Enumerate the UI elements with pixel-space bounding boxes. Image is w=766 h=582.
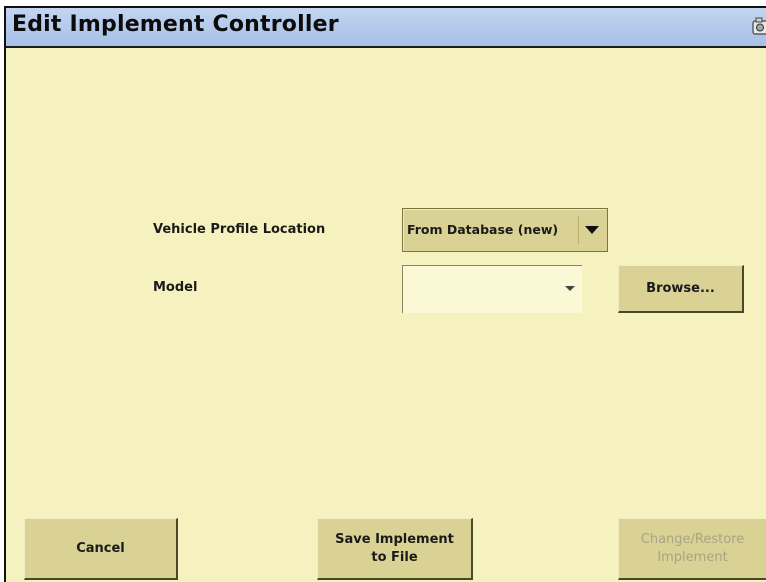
vehicle-profile-location-value: From Database (new)	[407, 222, 559, 237]
edit-implement-controller-window: Edit Implement Controller Vehicle Profil…	[4, 6, 766, 582]
save-implement-to-file-button[interactable]: Save Implement to File	[317, 518, 473, 580]
change-button-label: Change/Restore Implement	[640, 531, 745, 565]
browse-button-label: Browse...	[646, 280, 715, 296]
model-dropdown[interactable]	[402, 265, 582, 313]
save-button-label: Save Implement to File	[335, 531, 454, 565]
model-label: Model	[153, 280, 198, 295]
cancel-button[interactable]: Cancel	[24, 518, 178, 580]
vehicle-profile-location-dropdown[interactable]: From Database (new)	[402, 208, 608, 252]
dropdown-arrow-icon[interactable]	[578, 216, 605, 244]
window-title: Edit Implement Controller	[12, 12, 339, 37]
title-bar: Edit Implement Controller	[6, 8, 766, 48]
cancel-button-label: Cancel	[76, 540, 125, 556]
change-restore-implement-button: Change/Restore Implement	[618, 518, 766, 580]
vehicle-profile-location-label: Vehicle Profile Location	[153, 222, 326, 237]
browse-button[interactable]: Browse...	[618, 265, 744, 313]
camera-icon[interactable]	[752, 16, 766, 36]
model-dropdown-arrow-icon[interactable]	[560, 276, 580, 300]
